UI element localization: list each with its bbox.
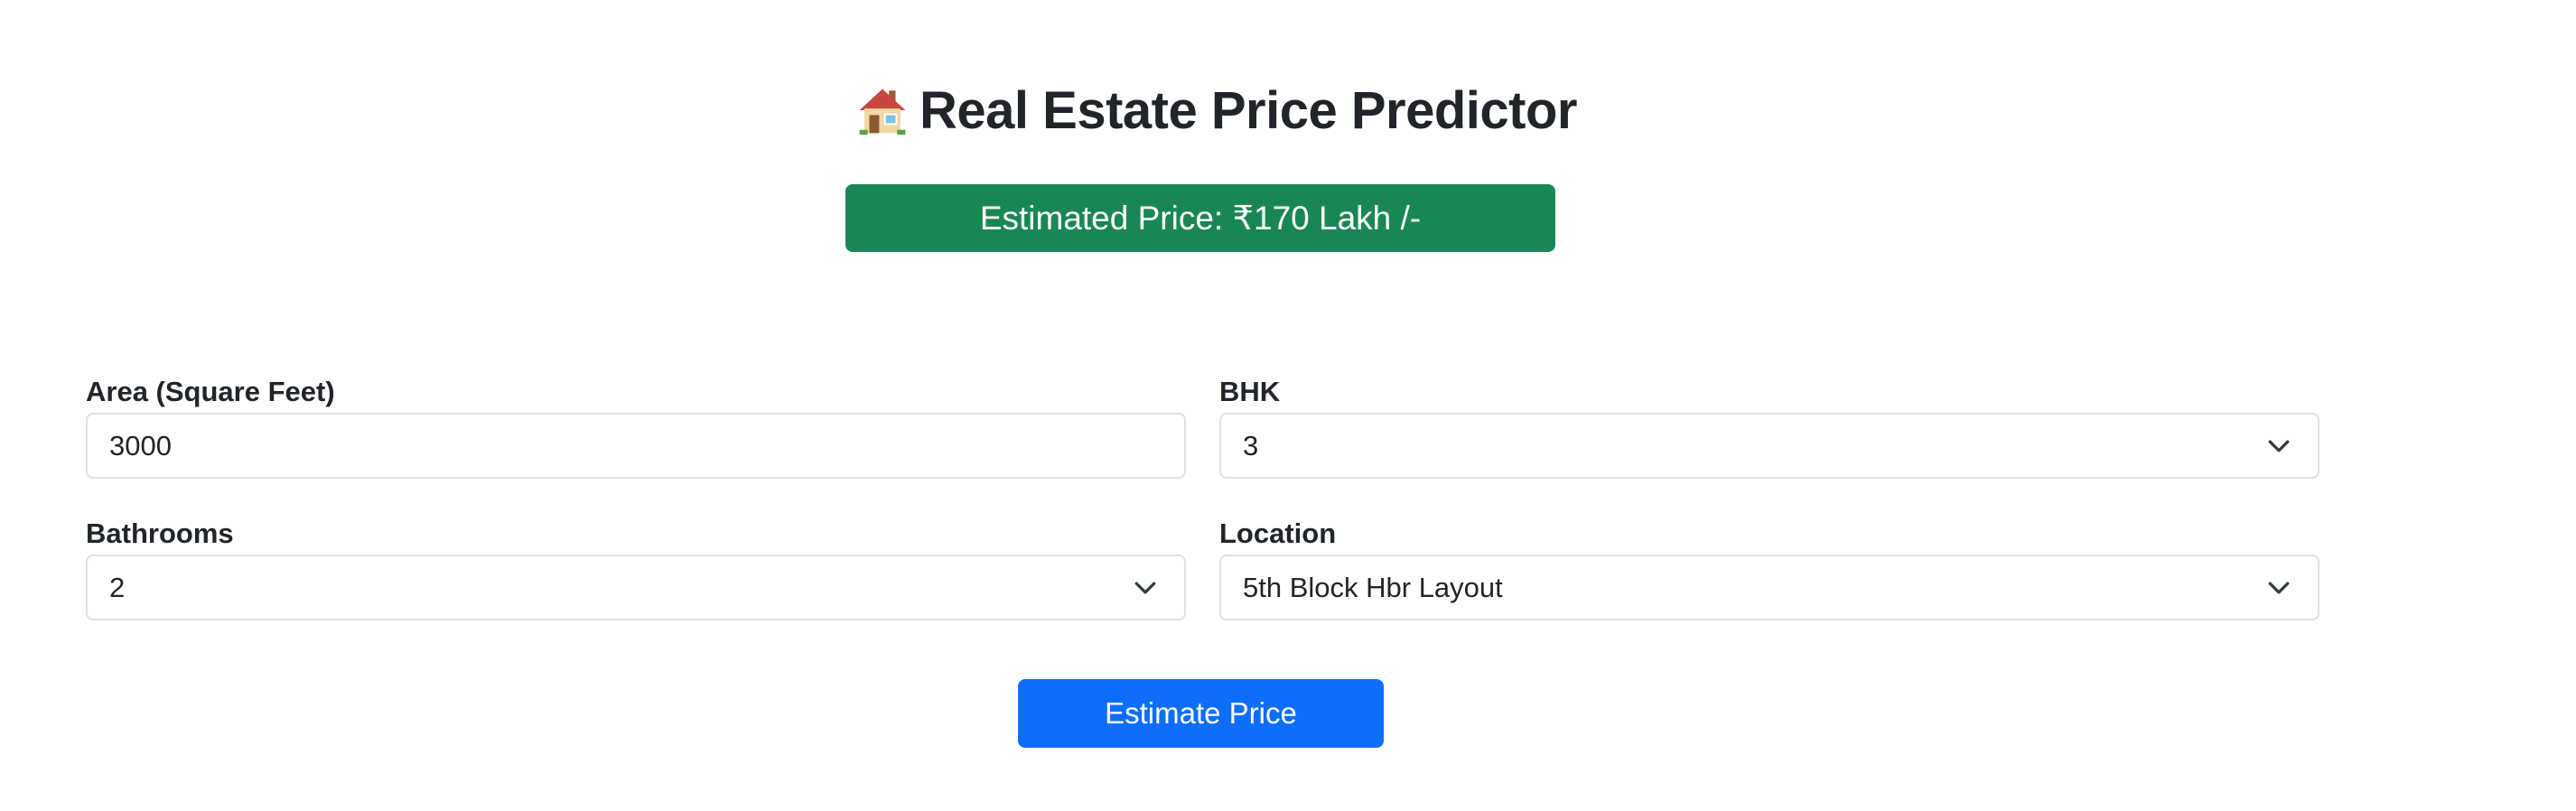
bhk-select[interactable]: 3 bbox=[1219, 413, 2319, 479]
bhk-selected-value: 3 bbox=[1243, 429, 1259, 461]
location-label: Location bbox=[1219, 517, 1337, 549]
area-label: Area (Square Feet) bbox=[86, 376, 335, 407]
area-input[interactable] bbox=[86, 413, 1186, 479]
location-selected-value: 5th Block Hbr Layout bbox=[1243, 571, 1503, 603]
location-select[interactable]: 5th Block Hbr Layout bbox=[1219, 555, 2319, 620]
bathrooms-label: Bathrooms bbox=[86, 517, 234, 549]
estimate-price-button[interactable]: Estimate Price bbox=[1018, 679, 1384, 748]
chevron-down-icon bbox=[1134, 582, 1156, 593]
page-title: Real Estate Price Predictor bbox=[919, 80, 1577, 140]
page-header: Real Estate Price Predictor bbox=[856, 78, 1577, 143]
chevron-down-icon bbox=[2268, 440, 2290, 452]
house-icon bbox=[859, 89, 906, 135]
bhk-label: BHK bbox=[1219, 376, 1281, 407]
bathrooms-selected-value: 2 bbox=[109, 571, 126, 603]
estimated-price-alert: Estimated Price: ₹170 Lakh /- bbox=[845, 184, 1555, 252]
bathrooms-select[interactable]: 2 bbox=[86, 555, 1186, 620]
chevron-down-icon bbox=[2268, 582, 2290, 593]
